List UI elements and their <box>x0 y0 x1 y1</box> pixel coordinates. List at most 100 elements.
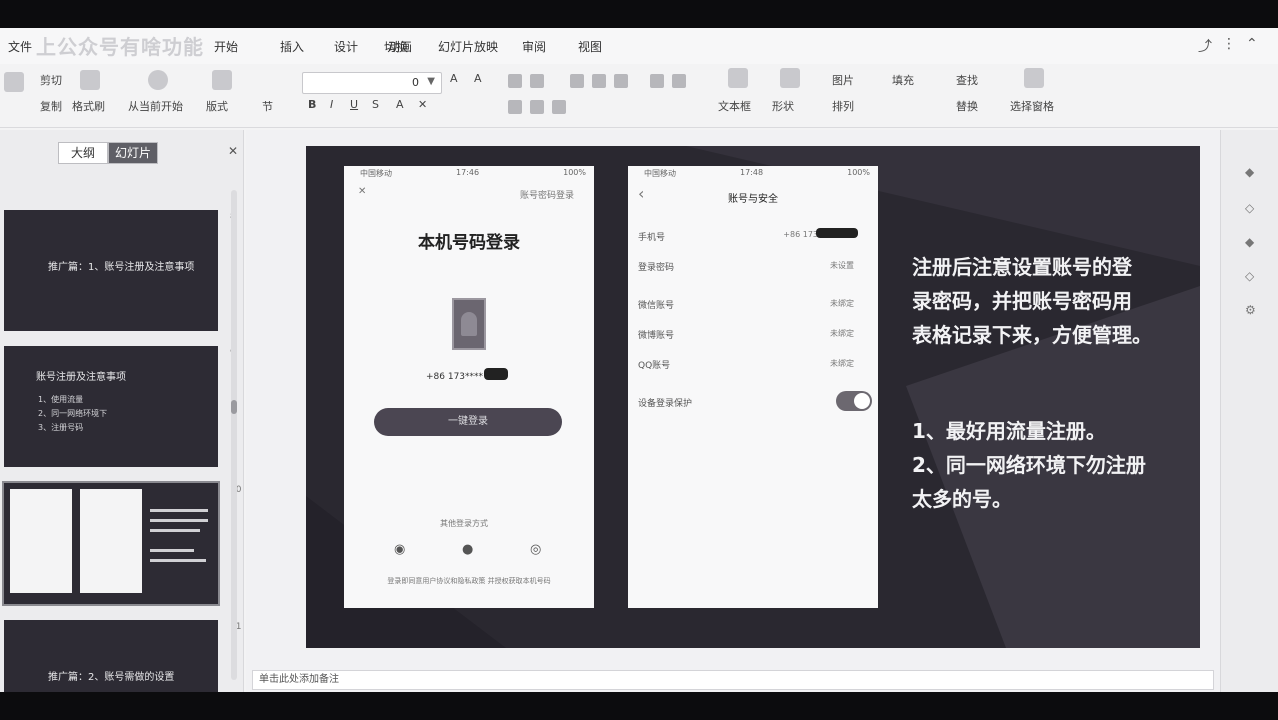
section-button[interactable]: 节 <box>262 98 273 114</box>
thumbnail-list-item: 1、使用流量 <box>38 395 84 404</box>
panel-scrollbar[interactable] <box>231 190 237 680</box>
cut-button[interactable]: 剪切 <box>40 72 62 88</box>
fill-button[interactable]: 填充 <box>892 72 914 88</box>
share-icon[interactable]: ⤴ <box>1198 36 1212 56</box>
outdent-icon[interactable] <box>592 74 606 88</box>
align-left-icon[interactable] <box>508 100 522 114</box>
indent-icon[interactable] <box>570 74 584 88</box>
columns-icon[interactable] <box>672 74 686 88</box>
slide-body-line[interactable]: 注册后注意设置账号的登 <box>912 250 1132 284</box>
tab-outline[interactable]: 大纲 <box>58 142 108 164</box>
notes-pane[interactable]: 单击此处添加备注 <box>252 670 1214 690</box>
status-bar: 中国移动 17:48 100% <box>628 168 878 180</box>
text-box-icon[interactable] <box>728 68 748 88</box>
align-right-icon[interactable] <box>552 100 566 114</box>
phone-number: +86 173**** <box>426 372 484 382</box>
chevron-down-icon[interactable]: ▼ <box>427 76 435 87</box>
close-icon[interactable]: ✕ <box>228 144 238 158</box>
picture-button[interactable]: 图片 <box>832 72 854 88</box>
scrollbar-thumb[interactable] <box>231 400 237 414</box>
password-login-link: 账号密码登录 <box>519 191 574 201</box>
numbering-icon[interactable] <box>530 74 544 88</box>
text-box-button[interactable]: 文本框 <box>718 98 751 114</box>
menu-view[interactable]: 视图 <box>578 38 602 55</box>
settings-row-value: 未绑定 <box>830 359 854 368</box>
slide-thumbnail-11[interactable]: 推广篇：2、账号需做的设置 <box>4 620 218 692</box>
select-pane-icon[interactable] <box>1024 68 1044 88</box>
transition-pane-icon[interactable]: ◇ <box>1245 270 1257 282</box>
more-icon[interactable]: ⋮ <box>1222 36 1236 52</box>
format-painter-button[interactable]: 格式刷 <box>72 98 105 114</box>
format-painter-icon[interactable] <box>80 70 100 90</box>
current-slide[interactable]: 中国移动 17:46 100% ✕ 账号密码登录 本机号码登录 +86 173*… <box>306 146 1200 648</box>
font-size-value[interactable]: 0 <box>412 76 419 89</box>
bold-button[interactable]: B <box>308 98 316 111</box>
select-pane-button[interactable]: 选择窗格 <box>1010 98 1054 114</box>
thumbnail-list-item: 2、同一网络环境下 <box>38 409 108 418</box>
animation-pane-icon[interactable]: ◆ <box>1245 236 1257 248</box>
new-slide-icon[interactable] <box>212 70 232 90</box>
presentation-app-window: 文件 开始 插入 设计 切换 动画 幻灯片放映 审阅 视图 上公众号有啥功能 ⤴… <box>0 28 1278 692</box>
settings-row-label: 手机号 <box>638 233 666 243</box>
line-spacing-icon[interactable] <box>614 74 628 88</box>
slide-thumbnail-panel: 大纲 幻灯片 ✕ 推广篇：1、账号注册及注意事项 8 账号注册及注意事项 1、使… <box>0 130 244 692</box>
from-current-button[interactable]: 从当前开始 <box>128 98 183 114</box>
menu-animation[interactable]: 动画 <box>388 38 412 55</box>
phone-screenshot-account-security: 中国移动 17:48 100% ‹ 账号与安全 手机号 +86 173 登录密码… <box>628 166 878 608</box>
design-ideas-icon[interactable]: ◇ <box>1245 202 1257 214</box>
slide-thumbnail-10[interactable] <box>2 481 220 606</box>
underline-button[interactable]: U <box>350 98 358 111</box>
slide-tip-line[interactable]: 1、最好用流量注册。 <box>912 414 1106 448</box>
slide-tip-line[interactable]: 太多的号。 <box>912 482 1012 516</box>
slide-thumbnail-8[interactable]: 推广篇：1、账号注册及注意事项 <box>4 210 218 331</box>
thumbnail-text-line <box>150 549 194 552</box>
shape-icon[interactable] <box>780 68 800 88</box>
settings-row-label: QQ账号 <box>638 361 671 371</box>
thumbnail-phone-1 <box>10 489 72 593</box>
menu-design[interactable]: 设计 <box>334 38 358 55</box>
font-name-select[interactable]: 0 ▼ <box>302 72 442 94</box>
menu-home[interactable]: 开始 <box>214 38 238 55</box>
bullets-icon[interactable] <box>508 74 522 88</box>
screen: 文件 开始 插入 设计 切换 动画 幻灯片放映 审阅 视图 上公众号有啥功能 ⤴… <box>0 0 1278 720</box>
tab-slides[interactable]: 幻灯片 <box>108 142 158 164</box>
strikethrough-button[interactable]: S <box>372 98 379 111</box>
italic-button[interactable]: I <box>330 98 333 111</box>
slide-thumbnail-9[interactable]: 账号注册及注意事项 1、使用流量 2、同一网络环境下 3、注册号码 <box>4 346 218 467</box>
account-security-title: 账号与安全 <box>728 194 778 205</box>
qq-icon: ● <box>462 542 474 557</box>
shrink-font-icon[interactable]: A <box>474 72 482 85</box>
align-center-icon[interactable] <box>530 100 544 114</box>
text-direction-icon[interactable] <box>650 74 664 88</box>
arrange-button[interactable]: 排列 <box>832 98 854 114</box>
thumbnail-text-line <box>150 529 200 532</box>
collapse-ribbon-icon[interactable]: ⌃ <box>1246 36 1258 52</box>
settings-row-value: 未设置 <box>830 261 854 270</box>
settings-row-value: +86 173 <box>783 230 818 239</box>
weibo-icon: ◎ <box>530 542 542 557</box>
clear-format-icon[interactable]: ✕ <box>418 98 427 111</box>
shape-button[interactable]: 形状 <box>772 98 794 114</box>
status-bar: 中国移动 17:46 100% <box>344 168 594 180</box>
layout-button[interactable]: 版式 <box>206 98 228 114</box>
menu-slideshow[interactable]: 幻灯片放映 <box>438 38 498 55</box>
settings-icon[interactable]: ⚙ <box>1245 304 1257 316</box>
menu-bar: 文件 开始 插入 设计 切换 动画 幻灯片放映 审阅 视图 上公众号有啥功能 ⤴… <box>0 28 1278 64</box>
object-attributes-icon[interactable]: ◆ <box>1245 166 1257 178</box>
slide-body-line[interactable]: 录密码，并把账号密码用 <box>912 284 1132 318</box>
copy-button[interactable]: 复制 <box>40 98 62 114</box>
slide-body-line[interactable]: 表格记录下来，方便管理。 <box>912 318 1152 352</box>
phone-screenshot-login: 中国移动 17:46 100% ✕ 账号密码登录 本机号码登录 +86 173*… <box>344 166 594 608</box>
menu-review[interactable]: 审阅 <box>522 38 546 55</box>
paste-icon[interactable] <box>4 72 24 92</box>
grow-font-icon[interactable]: A <box>450 72 458 85</box>
replace-button[interactable]: 替换 <box>956 98 978 114</box>
find-button[interactable]: 查找 <box>956 72 978 88</box>
play-icon[interactable] <box>148 70 168 90</box>
settings-row-label: 登录密码 <box>638 263 675 273</box>
font-color-button[interactable]: A <box>396 98 404 111</box>
menu-file[interactable]: 文件 <box>8 38 32 55</box>
slide-tip-line[interactable]: 2、同一网络环境下勿注册 <box>912 448 1146 482</box>
settings-row-value: 未绑定 <box>830 299 854 308</box>
menu-insert[interactable]: 插入 <box>280 38 304 55</box>
